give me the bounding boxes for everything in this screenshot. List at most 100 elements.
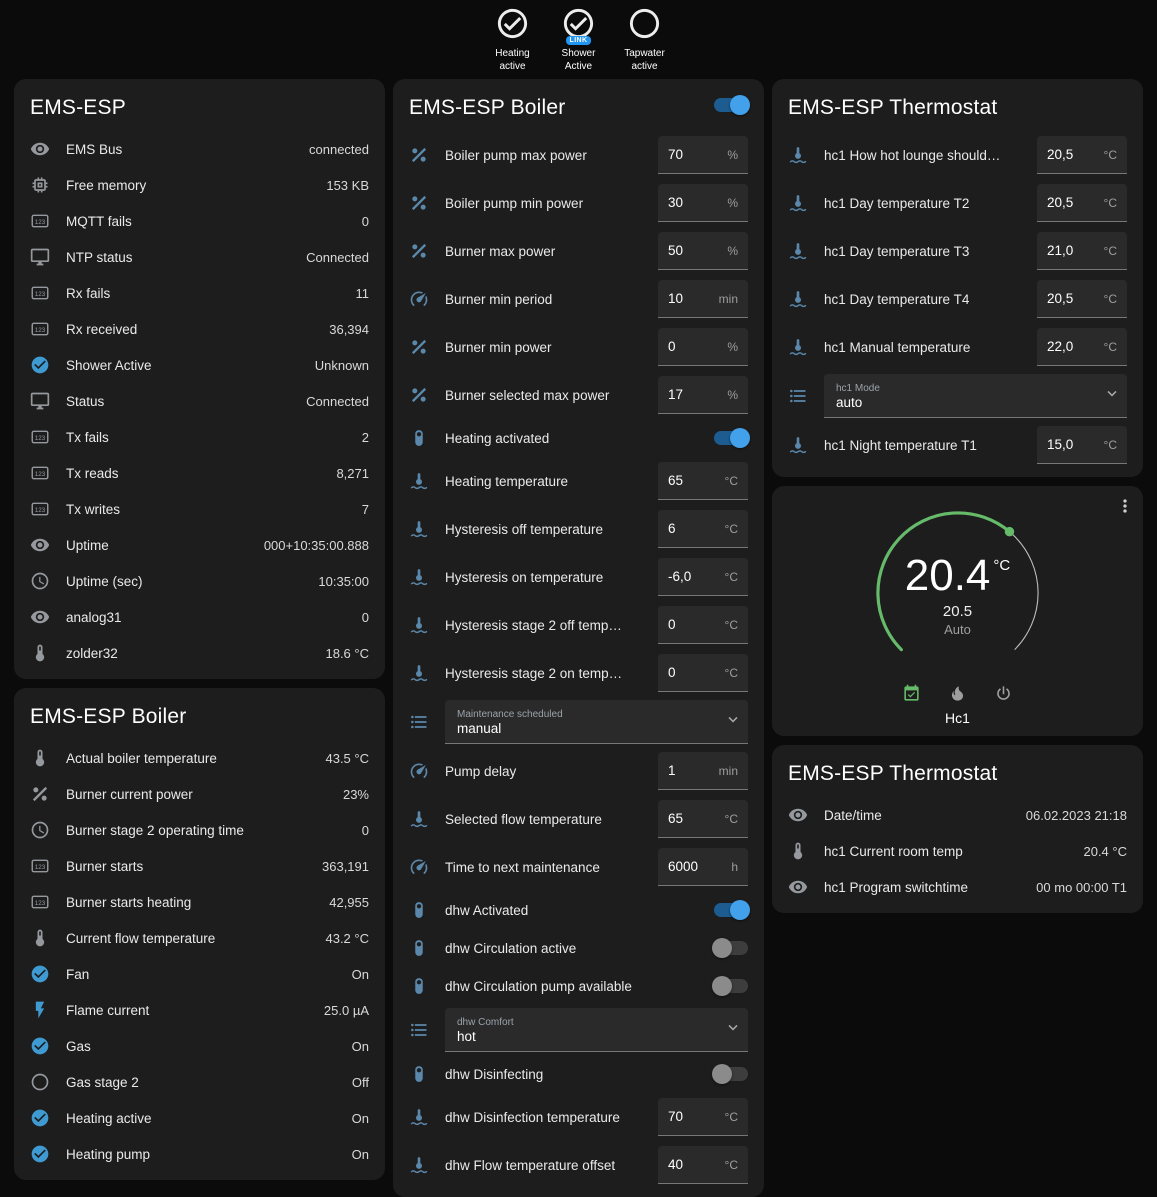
hvac-mode-label: Auto (944, 622, 971, 637)
number-value: 65 (668, 473, 683, 488)
number-input[interactable]: 20,5°C (1037, 280, 1127, 318)
sensor-row[interactable]: GasOn (14, 1028, 385, 1064)
number-input[interactable]: 22,0°C (1037, 328, 1127, 366)
sensor-row[interactable]: Uptime000+10:35:00.888 (14, 527, 385, 563)
card-enable-toggle[interactable] (714, 98, 748, 112)
number-input[interactable]: 20,5°C (1037, 136, 1127, 174)
card-ems-esp-system: EMS-ESP EMS BusconnectedFree memory153 K… (14, 79, 385, 679)
number-input[interactable]: -6,0°C (658, 558, 748, 596)
entity-label: Heating temperature (445, 474, 648, 489)
entity-value: 0 (362, 823, 369, 838)
gauge-icon (409, 289, 431, 309)
number-input[interactable]: 50% (658, 232, 748, 270)
number-input[interactable]: 0°C (658, 606, 748, 644)
toggle-switch[interactable] (714, 903, 748, 917)
more-options-icon[interactable] (1115, 496, 1135, 521)
number-value: 15,0 (1047, 437, 1073, 452)
fire-icon[interactable] (948, 684, 967, 703)
badge-label: Tapwateractive (617, 47, 673, 73)
select-input[interactable]: hc1 Modeauto (824, 374, 1127, 418)
sensor-row[interactable]: 123Rx fails11 (14, 275, 385, 311)
sensor-row[interactable]: 123Tx reads8,271 (14, 455, 385, 491)
number-input[interactable]: 6°C (658, 510, 748, 548)
entity-label: Current flow temperature (66, 931, 315, 946)
entity-label: Hysteresis stage 2 on temp… (445, 666, 648, 681)
number-input[interactable]: 65°C (658, 800, 748, 838)
number-value: 70 (668, 147, 683, 162)
number-input[interactable]: 1min (658, 752, 748, 790)
entity-label: Flame current (66, 1003, 314, 1018)
sensor-row[interactable]: Heating pumpOn (14, 1136, 385, 1172)
sensor-row[interactable]: 123MQTT fails0 (14, 203, 385, 239)
sensor-row[interactable]: 123Burner starts363,191 (14, 848, 385, 884)
number-row: Time to next maintenance6000h (393, 843, 764, 891)
sensor-row[interactable]: EMS Busconnected (14, 131, 385, 167)
number-input[interactable]: 0°C (658, 654, 748, 692)
percent-icon (409, 385, 431, 405)
entity-label: Hysteresis off temperature (445, 522, 648, 537)
number-input[interactable]: 70°C (658, 1098, 748, 1136)
sensor-row[interactable]: Actual boiler temperature43.5 °C (14, 740, 385, 776)
number-input[interactable]: 40°C (658, 1146, 748, 1184)
number-input[interactable]: 30% (658, 184, 748, 222)
number-row: Hysteresis stage 2 on temp… 0°C (393, 649, 764, 697)
power-icon[interactable] (994, 684, 1013, 703)
sensor-row[interactable]: Free memory153 KB (14, 167, 385, 203)
sensor-row[interactable]: zolder3218.6 °C (14, 635, 385, 671)
sensor-row[interactable]: hc1 Program switchtime00 mo 00:00 T1 (772, 869, 1143, 905)
entity-value: Off (352, 1075, 369, 1090)
sensor-row[interactable]: Current flow temperature43.2 °C (14, 920, 385, 956)
sensor-row[interactable]: Burner current power23% (14, 776, 385, 812)
sensor-row[interactable]: Flame current25.0 µA (14, 992, 385, 1028)
entity-label: Burner starts heating (66, 895, 319, 910)
entity-label: Burner stage 2 operating time (66, 823, 352, 838)
toggle-switch[interactable] (714, 979, 748, 993)
number-input[interactable]: 21,0°C (1037, 232, 1127, 270)
sensor-row[interactable]: Date/time06.02.2023 21:18 (772, 797, 1143, 833)
sensor-row[interactable]: analog310 (14, 599, 385, 635)
thermostat-dial[interactable]: 20.4°C 20.5 Auto (867, 502, 1049, 684)
svg-text:123: 123 (35, 471, 46, 478)
sensor-row[interactable]: 123Tx fails2 (14, 419, 385, 455)
badge-tapwater-active[interactable]: Tapwateractive (617, 7, 673, 73)
toggle-switch[interactable] (714, 1067, 748, 1081)
entity-value: 06.02.2023 21:18 (1026, 808, 1127, 823)
number-input[interactable]: 0% (658, 328, 748, 366)
number-row: Burner max power50% (393, 227, 764, 275)
sensor-row[interactable]: StatusConnected (14, 383, 385, 419)
number-input[interactable]: 70% (658, 136, 748, 174)
number-input[interactable]: 10min (658, 280, 748, 318)
number-input[interactable]: 20,5°C (1037, 184, 1127, 222)
sensor-row[interactable]: 123Tx writes7 (14, 491, 385, 527)
sensor-row[interactable]: 123Burner starts heating42,955 (14, 884, 385, 920)
sensor-row[interactable]: Burner stage 2 operating time 0 (14, 812, 385, 848)
calendar-check-icon[interactable] (902, 684, 921, 703)
number-input[interactable]: 17% (658, 376, 748, 414)
toggle-switch[interactable] (714, 431, 748, 445)
badge-shower-active[interactable]: LINK ShowerActive (551, 7, 607, 73)
number-input[interactable]: 15,0°C (1037, 426, 1127, 464)
sensor-row[interactable]: Heating activeOn (14, 1100, 385, 1136)
badge-heating-active[interactable]: Heatingactive (485, 7, 541, 73)
sensor-row[interactable]: Uptime (sec)10:35:00 (14, 563, 385, 599)
select-input[interactable]: Maintenance scheduledmanual (445, 700, 748, 744)
select-input[interactable]: dhw Comforthot (445, 1008, 748, 1052)
sensor-row[interactable]: Shower ActiveUnknown (14, 347, 385, 383)
number-value: -6,0 (668, 569, 691, 584)
sensor-row[interactable]: hc1 Current room temp20.4 °C (772, 833, 1143, 869)
sensor-row[interactable]: Gas stage 2Off (14, 1064, 385, 1100)
select-value: auto (836, 395, 1095, 410)
number-value: 50 (668, 243, 683, 258)
number-input[interactable]: 6000h (658, 848, 748, 886)
sensor-row[interactable]: 123Rx received36,394 (14, 311, 385, 347)
entity-label: Heating active (66, 1111, 342, 1126)
sensor-row[interactable]: NTP statusConnected (14, 239, 385, 275)
toggle-switch[interactable] (714, 941, 748, 955)
number-row: Hysteresis off temperature 6°C (393, 505, 764, 553)
select-row: hc1 Modeauto (772, 371, 1143, 421)
sensor-row[interactable]: FanOn (14, 956, 385, 992)
number-input[interactable]: 65°C (658, 462, 748, 500)
number-row: hc1 Night temperature T115,0°C (772, 421, 1143, 469)
entity-label: Hysteresis stage 2 off temp… (445, 618, 648, 633)
list-icon (409, 1020, 431, 1040)
